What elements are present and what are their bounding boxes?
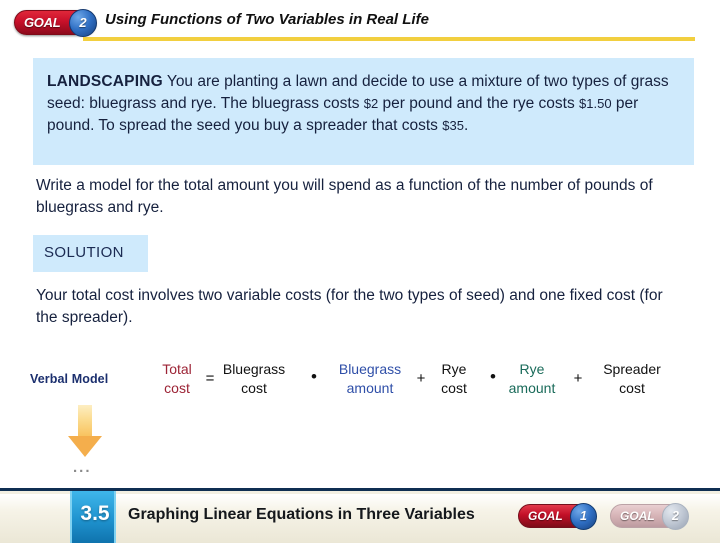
- term-line2: cost: [164, 380, 190, 396]
- footer-goal-2-word: GOAL: [620, 509, 655, 523]
- problem-amount3: $35: [442, 118, 464, 133]
- problem-amount2: $1.50: [579, 96, 612, 111]
- footer-lesson-title: Graphing Linear Equations in Three Varia…: [128, 506, 475, 523]
- section-number-text: 3.5: [80, 502, 110, 525]
- verbal-model-operator-times-1: •: [311, 367, 317, 386]
- term-line2: amount: [346, 380, 394, 396]
- goal-badge: GOAL 2: [14, 9, 97, 37]
- slide-footer: 3.5 Graphing Linear Equations in Three V…: [0, 488, 720, 543]
- problem-keyword: LANDSCAPING: [47, 73, 163, 90]
- verbal-model-term-bluegrass-cost: Bluegrass cost: [210, 360, 298, 398]
- verbal-model-term-rye-amount: Rye amount: [488, 360, 576, 398]
- footer-goal-1-number: 1: [570, 503, 597, 530]
- problem-part2: per pound and the rye costs: [378, 95, 580, 112]
- down-arrow-icon: [68, 405, 102, 457]
- question-text: Write a model for the total amount you w…: [36, 177, 653, 216]
- footer-goal-2-number: 2: [662, 503, 689, 530]
- term-line1: Bluegrass: [338, 361, 402, 377]
- term-line1: Spreader: [603, 361, 661, 377]
- solution-label-panel: SOLUTION: [33, 235, 148, 272]
- section-number-badge: 3.5: [70, 491, 116, 543]
- verbal-model-term-bluegrass-amount: Bluegrass amount: [326, 360, 414, 398]
- goal-badge-number: 2: [69, 9, 97, 37]
- footer-goal-2-button[interactable]: GOAL 2: [610, 503, 689, 530]
- slide-header: GOAL 2 Using Functions of Two Variables …: [0, 0, 720, 46]
- term-line2: cost: [441, 380, 467, 396]
- page-title: Using Functions of Two Variables in Real…: [105, 11, 429, 28]
- term-line2: cost: [241, 380, 267, 396]
- footer-goal-1-word: GOAL: [528, 509, 563, 523]
- term-line1: Bluegrass: [222, 361, 286, 377]
- verbal-model-label: Verbal Model: [30, 372, 109, 386]
- verbal-model-term-total-cost: Total cost: [154, 360, 200, 398]
- verbal-model-operator-plus-2: +: [573, 370, 583, 387]
- problem-statement-panel: LANDSCAPING You are planting a lawn and …: [33, 58, 694, 165]
- arrow-head: [68, 436, 102, 457]
- term-line2: amount: [508, 380, 556, 396]
- term-line1: Rye: [441, 361, 467, 377]
- solution-explanation-text: Your total cost involves two variable co…: [36, 287, 663, 326]
- arrow-shaft: [78, 405, 92, 438]
- verbal-model-operator-plus-1: +: [416, 370, 426, 387]
- footer-goal-1-button[interactable]: GOAL 1: [518, 503, 597, 530]
- continuation-ellipsis: ...: [73, 459, 92, 476]
- term-line1: Total: [162, 361, 192, 377]
- verbal-model-term-spreader-cost: Spreader cost: [588, 360, 676, 398]
- header-divider-rule: [83, 37, 695, 41]
- term-line2: cost: [619, 380, 645, 396]
- problem-statement-text: LANDSCAPING You are planting a lawn and …: [47, 71, 681, 137]
- term-line1: Rye: [519, 361, 545, 377]
- verbal-model-row: Verbal Model Total cost = Bluegrass cost…: [26, 358, 706, 406]
- solution-label: SOLUTION: [44, 244, 124, 261]
- problem-part4: .: [463, 117, 469, 134]
- verbal-model-term-rye-cost: Rye cost: [431, 360, 477, 398]
- goal-badge-word: GOAL: [24, 15, 61, 30]
- problem-amount1: $2: [363, 96, 379, 111]
